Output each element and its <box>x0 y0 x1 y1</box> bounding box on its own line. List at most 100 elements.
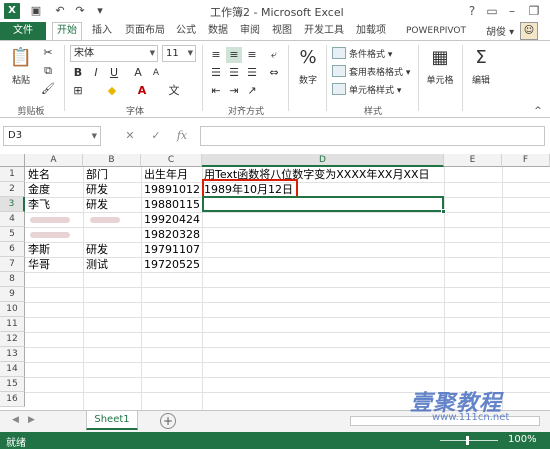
cell-b1[interactable]: 部门 <box>86 167 108 182</box>
column-header-f[interactable]: F <box>502 154 550 167</box>
borders-icon[interactable]: ⊞ <box>70 83 86 99</box>
enter-icon[interactable]: ✓ <box>146 126 166 146</box>
collapse-ribbon-icon[interactable]: ^ <box>530 103 546 119</box>
paste-button[interactable]: 📋 粘贴 <box>6 45 36 86</box>
column-header-e[interactable]: E <box>444 154 502 167</box>
bold-icon[interactable]: B <box>70 65 86 81</box>
cell-b7[interactable]: 测试 <box>86 257 108 272</box>
font-color-icon[interactable]: A <box>134 83 150 99</box>
cell-b3[interactable]: 研发 <box>86 197 108 212</box>
decrease-indent-icon[interactable]: ⇤ <box>208 83 224 99</box>
sheet-tab-sheet1[interactable]: Sheet1 <box>86 411 138 430</box>
row-header-16[interactable]: 16 <box>0 392 25 407</box>
tab-addins[interactable]: 加载项 <box>352 22 390 40</box>
minimize-icon[interactable]: – <box>502 2 522 20</box>
column-header-c[interactable]: C <box>141 154 202 167</box>
tab-file[interactable]: 文件 <box>0 22 46 40</box>
row-header-2[interactable]: 2 <box>0 182 25 197</box>
column-header-b[interactable]: B <box>83 154 141 167</box>
avatar[interactable]: ☺ <box>520 22 538 40</box>
row-header-7[interactable]: 7 <box>0 257 25 272</box>
row-header-15[interactable]: 15 <box>0 377 25 392</box>
phonetic-icon[interactable]: 文 <box>166 83 182 99</box>
tab-formulas[interactable]: 公式 <box>172 22 200 40</box>
cell-a2[interactable]: 金度 <box>28 182 50 197</box>
cell-a6[interactable]: 李斯 <box>28 242 50 257</box>
customize-qat-icon[interactable]: ▾ <box>92 3 108 19</box>
cell-c6[interactable]: 19791107 <box>141 242 200 257</box>
editing-button[interactable]: Σ 编辑 <box>466 45 496 86</box>
tab-review[interactable]: 审阅 <box>236 22 264 40</box>
align-right-icon[interactable]: ☰ <box>244 65 260 81</box>
prev-sheet-icon[interactable]: ◀ <box>12 415 19 425</box>
row-header-13[interactable]: 13 <box>0 347 25 362</box>
undo-icon[interactable]: ↶ <box>52 3 68 19</box>
cell-a7[interactable]: 华哥 <box>28 257 50 272</box>
cell-c2[interactable]: 19891012 <box>141 182 200 197</box>
column-header-d[interactable]: D <box>202 154 444 167</box>
merge-center-icon[interactable]: ⇔ <box>266 65 282 81</box>
cancel-icon[interactable]: ✕ <box>120 126 140 146</box>
restore-icon[interactable]: ❐ <box>524 2 544 20</box>
conditional-format-button[interactable]: 条件格式 ▾ <box>332 47 392 62</box>
format-as-table-button[interactable]: 套用表格格式 ▾ <box>332 65 410 80</box>
copy-icon[interactable]: ⧉ <box>40 63 56 79</box>
tab-powerpivot[interactable]: POWERPIVOT <box>398 22 474 40</box>
cell-c3[interactable]: 19880115 <box>141 197 200 212</box>
row-header-4[interactable]: 4 <box>0 212 25 227</box>
name-box[interactable]: D3 ▼ <box>3 126 101 146</box>
cell-b6[interactable]: 研发 <box>86 242 108 257</box>
row-header-3[interactable]: 3 <box>0 197 25 212</box>
cell-a1[interactable]: 姓名 <box>28 167 50 182</box>
cell-c4[interactable]: 19920424 <box>141 212 200 227</box>
cell-c7[interactable]: 19720525 <box>141 257 200 272</box>
italic-icon[interactable]: I <box>88 65 104 81</box>
fill-handle[interactable] <box>441 209 446 214</box>
cell-a3[interactable]: 李飞 <box>28 197 50 212</box>
row-header-1[interactable]: 1 <box>0 167 25 182</box>
align-left-icon[interactable]: ☰ <box>208 65 224 81</box>
cells-button[interactable]: ▦ 单元格 <box>422 45 458 86</box>
row-header-14[interactable]: 14 <box>0 362 25 377</box>
row-header-12[interactable]: 12 <box>0 332 25 347</box>
align-middle-icon[interactable]: ≡ <box>226 47 242 63</box>
row-header-9[interactable]: 9 <box>0 287 25 302</box>
cut-icon[interactable]: ✂ <box>40 45 56 61</box>
zoom-level[interactable]: 100% <box>508 434 537 445</box>
cell-b2[interactable]: 研发 <box>86 182 108 197</box>
increase-indent-icon[interactable]: ⇥ <box>226 83 242 99</box>
insert-function-icon[interactable]: fx <box>172 126 192 146</box>
row-header-8[interactable]: 8 <box>0 272 25 287</box>
number-format-button[interactable]: % 数字 <box>294 45 322 86</box>
zoom-slider-thumb[interactable] <box>466 436 469 445</box>
format-painter-icon[interactable]: 🖌 <box>40 81 56 97</box>
save-icon[interactable]: ▣ <box>28 3 44 19</box>
tab-data[interactable]: 数据 <box>204 22 232 40</box>
tab-view[interactable]: 视图 <box>268 22 296 40</box>
active-cell-d3[interactable] <box>202 196 444 212</box>
tab-developer[interactable]: 开发工具 <box>300 22 348 40</box>
fill-color-icon[interactable]: ◆ <box>104 83 120 99</box>
align-top-icon[interactable]: ≡ <box>208 47 224 63</box>
row-header-11[interactable]: 11 <box>0 317 25 332</box>
align-center-icon[interactable]: ☰ <box>226 65 242 81</box>
ribbon-display-icon[interactable]: ▭ <box>482 2 502 20</box>
row-header-6[interactable]: 6 <box>0 242 25 257</box>
cell-c1[interactable]: 出生年月 <box>144 167 188 182</box>
add-sheet-icon[interactable]: + <box>160 413 176 429</box>
cell-styles-button[interactable]: 单元格样式 ▾ <box>332 83 401 98</box>
formula-input[interactable] <box>200 126 545 146</box>
align-bottom-icon[interactable]: ≡ <box>244 47 260 63</box>
wrap-text-icon[interactable]: ⤶ <box>266 47 282 63</box>
tab-page-layout[interactable]: 页面布局 <box>122 22 168 40</box>
row-header-10[interactable]: 10 <box>0 302 25 317</box>
cell-c5[interactable]: 19820328 <box>141 227 200 242</box>
tab-home[interactable]: 开始 <box>52 22 82 40</box>
help-icon[interactable]: ? <box>462 2 482 20</box>
orientation-icon[interactable]: ↗ <box>244 83 260 99</box>
user-name[interactable]: 胡俊 ▾ <box>486 23 514 38</box>
zoom-slider[interactable] <box>440 440 498 441</box>
row-header-5[interactable]: 5 <box>0 227 25 242</box>
column-header-a[interactable]: A <box>25 154 83 167</box>
underline-icon[interactable]: U <box>106 65 122 81</box>
